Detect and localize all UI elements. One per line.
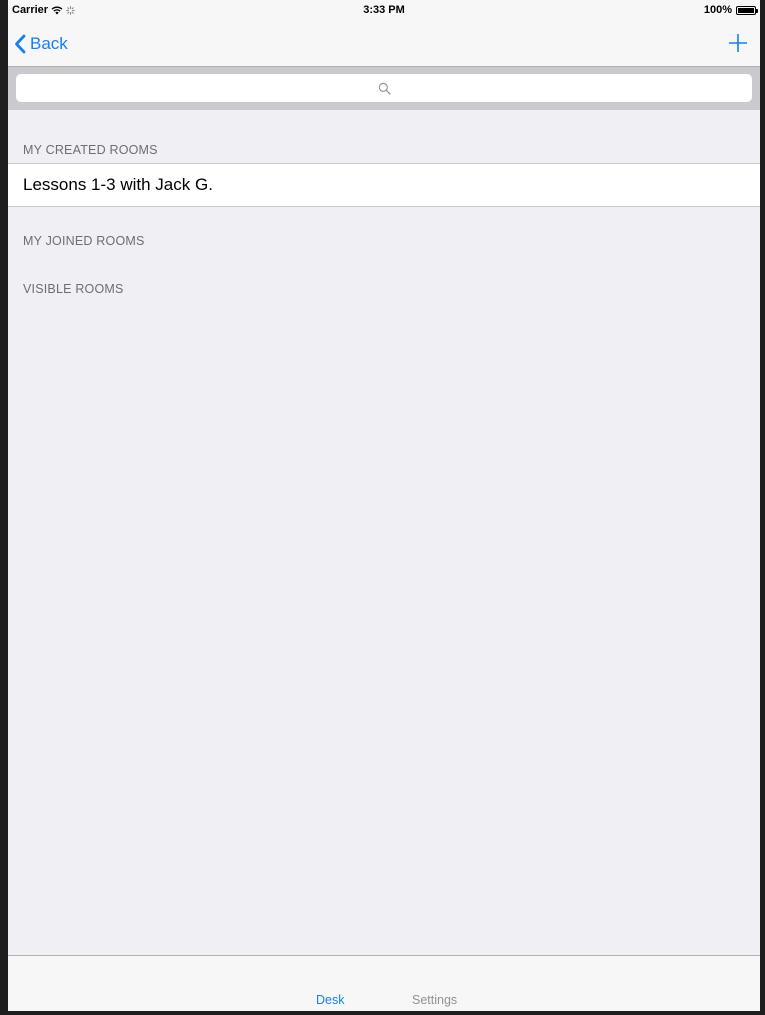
search-bar — [8, 66, 760, 110]
section-header-visible-rooms: VISIBLE ROOMS — [23, 282, 124, 296]
battery-icon — [736, 5, 758, 15]
navigation-bar: Back — [8, 22, 760, 66]
tab-desk[interactable]: Desk — [316, 993, 344, 1007]
list-item-room[interactable]: Lessons 1-3 with Jack G. — [8, 163, 760, 207]
back-button[interactable]: Back — [14, 31, 68, 57]
device-frame: Carrier 3:33 PM 100% Back MY CREATED ROO… — [0, 0, 765, 1015]
tab-settings[interactable]: Settings — [412, 993, 457, 1007]
battery-fill — [738, 7, 754, 13]
search-icon — [378, 82, 391, 95]
chevron-left-icon — [15, 34, 26, 54]
back-label: Back — [30, 34, 68, 53]
status-time: 3:33 PM — [363, 4, 405, 16]
add-room-button[interactable] — [726, 31, 750, 55]
screen: Carrier 3:33 PM 100% Back MY CREATED ROO… — [8, 0, 760, 1011]
battery-percent: 100% — [703, 4, 732, 16]
status-right: 100% — [703, 4, 758, 16]
status-bar: Carrier 3:33 PM 100% — [8, 0, 760, 22]
section-header-created-rooms: MY CREATED ROOMS — [23, 143, 158, 157]
plus-icon — [729, 34, 747, 52]
section-header-joined-rooms: MY JOINED ROOMS — [23, 234, 145, 248]
search-input[interactable] — [16, 74, 752, 102]
tab-bar: Desk Settings — [8, 955, 760, 1011]
